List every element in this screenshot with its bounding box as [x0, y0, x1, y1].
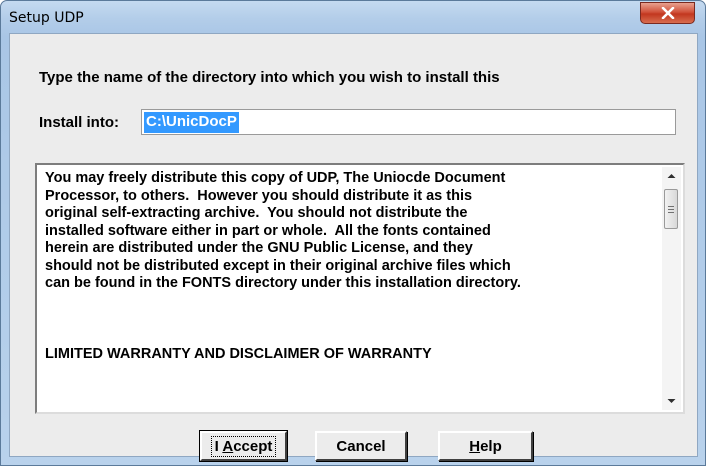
install-path-value[interactable]: C:\UnicDocP	[144, 112, 239, 133]
help-button[interactable]: Help	[438, 431, 533, 461]
license-text: You may freely distribute this copy of U…	[45, 170, 521, 291]
setup-window: Setup UDP Type the name of the directory…	[0, 0, 706, 466]
accept-button-label: I Accept	[210, 435, 277, 457]
dialog-client-area: Type the name of the directory into whic…	[9, 33, 698, 462]
close-icon	[661, 7, 674, 19]
help-button-label: Help	[469, 437, 502, 455]
accept-button[interactable]: I Accept	[199, 430, 288, 462]
window-title: Setup UDP	[9, 10, 84, 26]
install-path-input[interactable]: C:\UnicDocP	[141, 109, 676, 135]
scroll-up-button[interactable]	[662, 167, 681, 185]
license-text-area[interactable]: You may freely distribute this copy of U…	[35, 163, 685, 414]
chevron-down-icon	[667, 399, 676, 403]
license-warranty-heading: LIMITED WARRANTY AND DISCLAIMER OF WARRA…	[45, 346, 432, 362]
license-scrollbar[interactable]	[662, 167, 681, 410]
title-bar[interactable]: Setup UDP	[1, 1, 705, 35]
grip-icon	[668, 205, 674, 213]
chevron-up-icon	[667, 174, 676, 178]
close-button[interactable]	[640, 2, 695, 24]
scroll-down-button[interactable]	[662, 392, 681, 410]
install-prompt: Type the name of the directory into whic…	[39, 69, 500, 86]
cancel-button-label: Cancel	[336, 437, 386, 455]
scroll-thumb[interactable]	[664, 189, 678, 229]
install-into-label: Install into:	[39, 114, 119, 131]
cancel-button[interactable]: Cancel	[315, 431, 407, 461]
